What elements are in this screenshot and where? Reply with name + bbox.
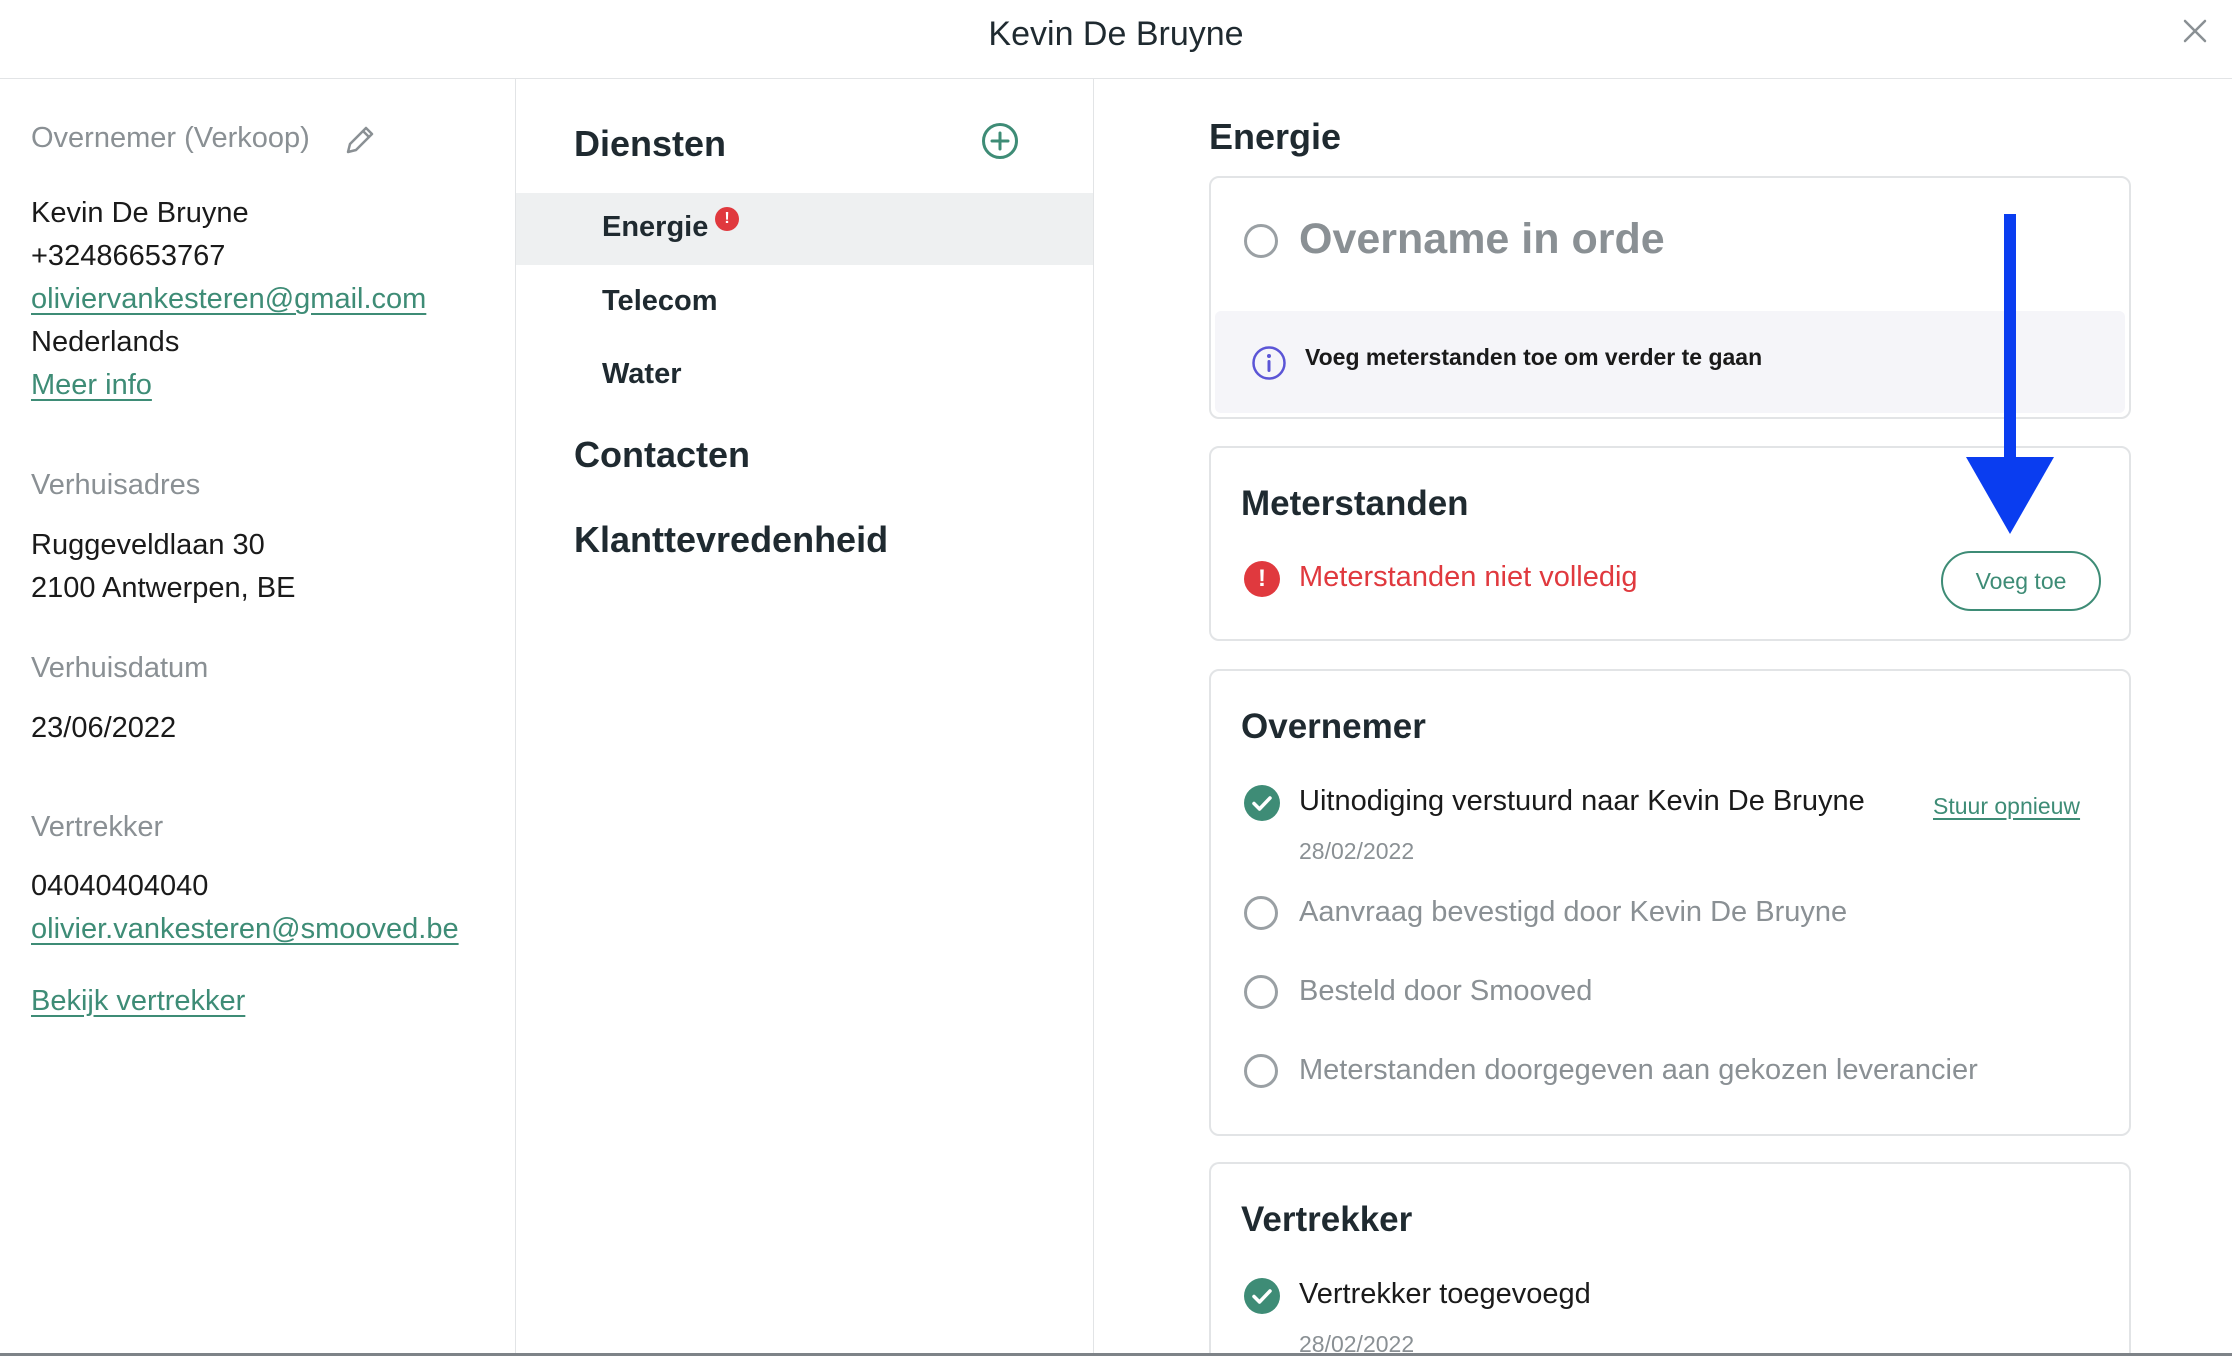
vertrekker-card-title: Vertrekker	[1241, 1200, 1413, 1239]
diensten-heading: Diensten	[574, 123, 727, 164]
meterstanden-warning: Meterstanden niet volledig	[1299, 561, 1638, 593]
alert-icon: !	[715, 207, 739, 231]
status-title: Overname in orde	[1299, 215, 1665, 263]
service-item-energie[interactable]: Energie !	[516, 193, 1093, 265]
close-icon[interactable]	[2180, 16, 2210, 46]
warning-icon: !	[1244, 561, 1280, 597]
add-meterstanden-button[interactable]: Voeg toe	[1941, 551, 2101, 611]
service-label: Water	[602, 358, 682, 390]
service-label: Telecom	[602, 285, 718, 317]
move-date: 23/06/2022	[31, 712, 177, 744]
step-meters-forwarded: Meterstanden doorgegeven aan gekozen lev…	[1299, 1054, 1978, 1086]
step-vertrekker-added: Vertrekker toegevoegd	[1299, 1278, 1591, 1310]
empty-circle-icon	[1244, 1054, 1278, 1088]
move-date-label: Verhuisdatum	[31, 652, 209, 684]
pencil-icon[interactable]	[342, 122, 378, 158]
check-circle-icon	[1244, 1278, 1280, 1314]
check-circle-icon	[1244, 785, 1280, 821]
vertrekker-email-link[interactable]: olivier.vankesteren@smooved.be	[31, 908, 459, 951]
services-nav: Diensten Energie ! Telecom Water Contact…	[516, 79, 1094, 1356]
overnemer-card: Overnemer Uitnodiging verstuurd naar Kev…	[1209, 669, 2131, 1136]
overnemer-card-title: Overnemer	[1241, 707, 1426, 746]
meterstanden-title: Meterstanden	[1241, 484, 1469, 523]
contact-details-panel: Overnemer (Verkoop) Kevin De Bruyne +324…	[0, 79, 516, 1356]
step-ordered: Besteld door Smooved	[1299, 975, 1593, 1007]
service-item-telecom[interactable]: Telecom	[516, 267, 1093, 339]
address-line-2: 2100 Antwerpen, BE	[31, 572, 296, 604]
add-service-icon[interactable]	[980, 121, 1020, 161]
overnemer-name: Kevin De Bruyne	[31, 197, 249, 229]
service-label: Energie	[602, 211, 709, 243]
vertrekker-label: Vertrekker	[31, 811, 164, 843]
vertrekker-card: Vertrekker Vertrekker toegevoegd 28/02/2…	[1209, 1162, 2131, 1356]
more-info-link[interactable]: Meer info	[31, 364, 152, 407]
step-invitation-sent: Uitnodiging verstuurd naar Kevin De Bruy…	[1299, 785, 1865, 817]
overnemer-email-link[interactable]: oliviervankesteren@gmail.com	[31, 278, 426, 321]
address-line-1: Ruggeveldlaan 30	[31, 529, 265, 561]
step-request-confirmed: Aanvraag bevestigd door Kevin De Bruyne	[1299, 896, 1848, 928]
empty-circle-icon	[1244, 975, 1278, 1009]
view-vertrekker-link[interactable]: Bekijk vertrekker	[31, 980, 245, 1023]
energie-title: Energie	[1209, 116, 1342, 157]
address-label: Verhuisadres	[31, 469, 201, 501]
vertrekker-phone: 04040404040	[31, 870, 209, 902]
service-item-water[interactable]: Water	[516, 340, 1093, 412]
contacten-link[interactable]: Contacten	[574, 434, 750, 476]
overnemer-label: Overnemer (Verkoop)	[31, 122, 310, 154]
status-circle-icon	[1244, 224, 1278, 258]
modal-header: Kevin De Bruyne	[0, 0, 2232, 79]
resend-invitation-link[interactable]: Stuur opnieuw	[1933, 793, 2080, 820]
info-message: Voeg meterstanden toe om verder te gaan	[1305, 344, 1763, 370]
page-title: Kevin De Bruyne	[988, 15, 1244, 53]
arrow-down-icon	[1966, 214, 2054, 534]
step-date: 28/02/2022	[1299, 838, 1415, 864]
overnemer-phone: +32486653767	[31, 240, 226, 272]
service-detail-panel: Energie Overname in orde Voeg meterstand…	[1094, 79, 2232, 1356]
klanttevredenheid-link[interactable]: Klanttevredenheid	[574, 519, 888, 561]
empty-circle-icon	[1244, 896, 1278, 930]
overnemer-language: Nederlands	[31, 326, 180, 358]
info-icon	[1252, 346, 1286, 380]
